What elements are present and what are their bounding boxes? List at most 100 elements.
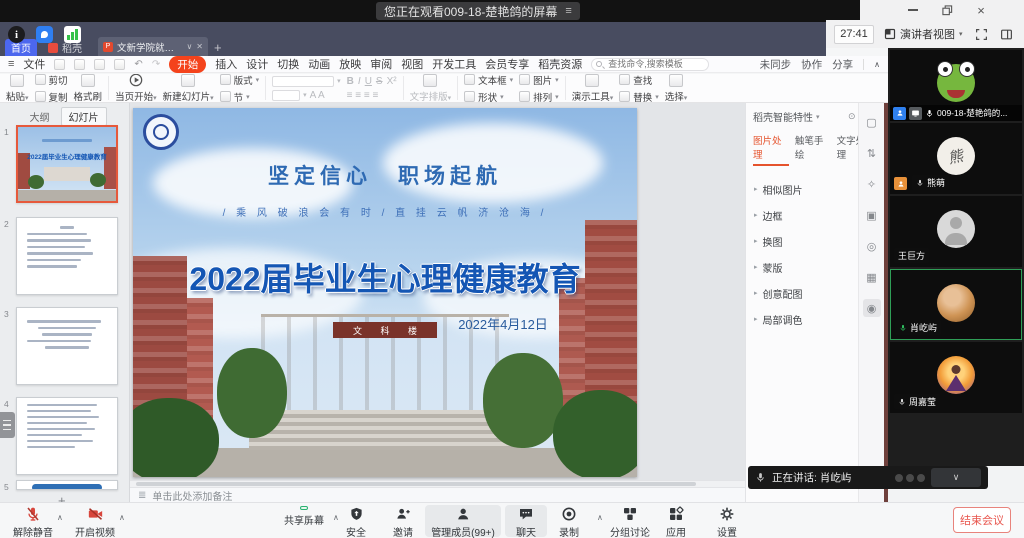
video-tile-host[interactable]: 009-18-楚艳鸽的...: [890, 50, 1022, 121]
redo-icon[interactable]: ↷: [152, 59, 160, 70]
share-screen-button[interactable]: 共享屏幕: [284, 506, 324, 527]
wps-tab-document[interactable]: P 文新学院就业指导讲座.pptx ∨ ✕: [98, 37, 208, 56]
undo-icon[interactable]: ↶: [134, 59, 142, 70]
layout-button[interactable]: 版式▾: [220, 74, 260, 87]
align-group[interactable]: ≡ ≡ ≡ ≡: [347, 90, 397, 101]
paste-button[interactable]: 粘贴▾: [6, 74, 29, 103]
save-icon[interactable]: [74, 59, 85, 70]
select-button[interactable]: 选择▾: [665, 74, 688, 103]
menu-file[interactable]: 文件: [23, 56, 45, 72]
info-icon[interactable]: i: [8, 26, 25, 43]
shapes-button[interactable]: 形状▾: [464, 90, 513, 104]
copy-button[interactable]: 复制: [35, 90, 68, 104]
slide-thumbnail-3[interactable]: [16, 307, 118, 385]
tab-dropdown-icon[interactable]: ∨: [186, 42, 192, 51]
font-style-group[interactable]: BIUSX²: [347, 76, 397, 87]
tab-close-icon[interactable]: ✕: [196, 42, 203, 51]
docer-tab-pen[interactable]: 触笔手绘: [795, 133, 831, 166]
replace-button[interactable]: 替换▾: [619, 90, 659, 104]
new-tab-button[interactable]: +: [214, 40, 222, 55]
menu-member[interactable]: 会员专享: [485, 56, 529, 72]
format-painter-button[interactable]: 格式刷: [74, 74, 103, 103]
menu-design[interactable]: 设计: [246, 56, 268, 72]
breakout-rooms-button[interactable]: 分组讨论: [610, 506, 650, 538]
invite-button[interactable]: 邀请: [393, 506, 413, 538]
menu-slideshow[interactable]: 放映: [339, 56, 361, 72]
export-icon[interactable]: [114, 59, 125, 70]
close-button[interactable]: ×: [974, 3, 988, 17]
command-search-input[interactable]: [591, 58, 709, 71]
floating-widget[interactable]: [0, 412, 15, 438]
current-slide[interactable]: 文 科 楼 坚定信心 职场起航 / 乘 风 破 浪 会 有 时 / 直 挂 云 …: [133, 108, 637, 477]
hamburger-icon[interactable]: ≡: [8, 58, 14, 70]
slide-thumbnail-4[interactable]: [16, 397, 118, 475]
menu-transition[interactable]: 切换: [277, 56, 299, 72]
apps-button[interactable]: 应用: [666, 506, 686, 538]
strip-icon-6[interactable]: ▦: [863, 268, 881, 286]
menu-devtools[interactable]: 开发工具: [432, 56, 476, 72]
unmute-button[interactable]: 解除静音: [13, 506, 53, 538]
menu-docer-res[interactable]: 稻壳资源: [538, 56, 582, 72]
menu-view[interactable]: 视图: [401, 56, 423, 72]
shield-icon[interactable]: [36, 26, 53, 43]
strip-icon-2[interactable]: ⇅: [863, 144, 881, 162]
video-tile[interactable]: 熊 熊萌: [890, 123, 1022, 194]
menu-home[interactable]: 开始: [169, 56, 206, 73]
view-mode-selector[interactable]: 演讲者视图 ▾: [884, 26, 963, 42]
strip-icon-7[interactable]: ◉: [863, 299, 881, 317]
strip-icon-1[interactable]: ▢: [863, 113, 881, 131]
start-video-button[interactable]: 开启视频: [75, 506, 115, 538]
play-from-page-button[interactable]: 当页开始▾: [115, 74, 157, 103]
record-options-chevron[interactable]: ∧: [597, 513, 603, 522]
share-options-chevron[interactable]: ∧: [333, 513, 339, 522]
strip-icon-5[interactable]: ◎: [863, 237, 881, 255]
restore-button[interactable]: [940, 3, 954, 17]
end-meeting-button[interactable]: 结束会议: [953, 507, 1011, 533]
tab-outline[interactable]: 大纲: [23, 107, 57, 126]
print-icon[interactable]: [94, 59, 105, 70]
collapse-ribbon-icon[interactable]: ∧: [874, 60, 880, 69]
command-search[interactable]: [591, 58, 709, 71]
stats-icon[interactable]: [64, 26, 81, 43]
cowork-button[interactable]: 协作: [801, 57, 822, 72]
watching-banner[interactable]: 您正在观看009-18-楚艳鸽的屏幕 ≡: [376, 2, 580, 20]
fullscreen-button[interactable]: [975, 28, 988, 41]
find-button[interactable]: 查找: [619, 74, 659, 87]
text-box-button[interactable]: 文本框▾: [464, 74, 513, 87]
record-button[interactable]: 录制: [559, 506, 579, 538]
open-icon[interactable]: [54, 59, 65, 70]
sync-status[interactable]: 未同步: [760, 57, 792, 72]
docer-tab-image[interactable]: 图片处理: [753, 133, 789, 166]
menu-review[interactable]: 审阅: [370, 56, 392, 72]
manage-members-button[interactable]: 管理成员(99+): [431, 506, 495, 538]
strip-icon-3[interactable]: ✧: [863, 175, 881, 193]
security-button[interactable]: 安全: [346, 506, 366, 538]
banner-menu-icon[interactable]: ≡: [565, 5, 571, 17]
sidebar-toggle-button[interactable]: [1000, 28, 1013, 41]
video-tile[interactable]: 王巨方: [890, 196, 1022, 267]
new-slide-button[interactable]: 新建幻灯片▾: [163, 74, 214, 103]
settings-button[interactable]: 设置: [717, 506, 737, 538]
add-slide-button[interactable]: +: [58, 493, 66, 502]
font-name-select[interactable]: [272, 76, 334, 87]
slide-thumbnail-2[interactable]: [16, 217, 118, 295]
mute-options-chevron[interactable]: ∧: [57, 513, 63, 522]
video-tile-speaking[interactable]: 肖屹屿: [890, 269, 1022, 340]
menu-insert[interactable]: 插入: [215, 56, 237, 72]
collapse-speaker-bar-button[interactable]: ∨: [931, 468, 981, 487]
text-layout-button[interactable]: 文字排版▾: [410, 74, 452, 103]
picture-button[interactable]: 图片▾: [519, 74, 559, 87]
cut-button[interactable]: 剪切: [35, 74, 68, 87]
share-button[interactable]: 分享: [832, 57, 853, 72]
menu-animation[interactable]: 动画: [308, 56, 330, 72]
font-size-select[interactable]: [272, 90, 300, 101]
arrange-button[interactable]: 排列▾: [519, 90, 559, 104]
strip-icon-4[interactable]: ▣: [863, 206, 881, 224]
slide-thumbnail-5[interactable]: [16, 480, 118, 490]
slide-thumbnail-1[interactable]: 2022届毕业生心理健康教育: [16, 125, 118, 203]
horizontal-scrollbar[interactable]: [130, 480, 745, 487]
chat-button[interactable]: 聊天: [516, 506, 536, 538]
section-button[interactable]: 节▾: [220, 90, 260, 104]
present-tools-button[interactable]: 演示工具▾: [572, 74, 614, 103]
minimize-button[interactable]: [906, 3, 920, 17]
